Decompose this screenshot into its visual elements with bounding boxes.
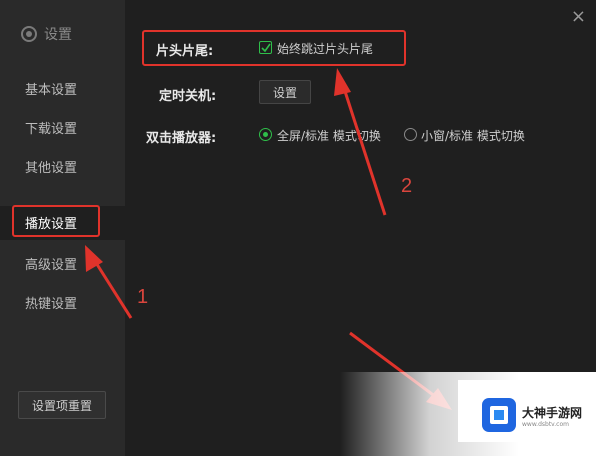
annotation-marker-1: 1 bbox=[137, 286, 149, 308]
watermark-name: 大神手游网 bbox=[522, 406, 583, 420]
arrow-2-head bbox=[334, 68, 351, 96]
arrow-1-line bbox=[91, 257, 133, 319]
watermark-url: www.dsbtv.com bbox=[522, 421, 569, 428]
arrow-2-line bbox=[340, 81, 387, 216]
annotation-marker-2: 2 bbox=[401, 175, 413, 197]
watermark-cube-icon bbox=[490, 406, 508, 424]
